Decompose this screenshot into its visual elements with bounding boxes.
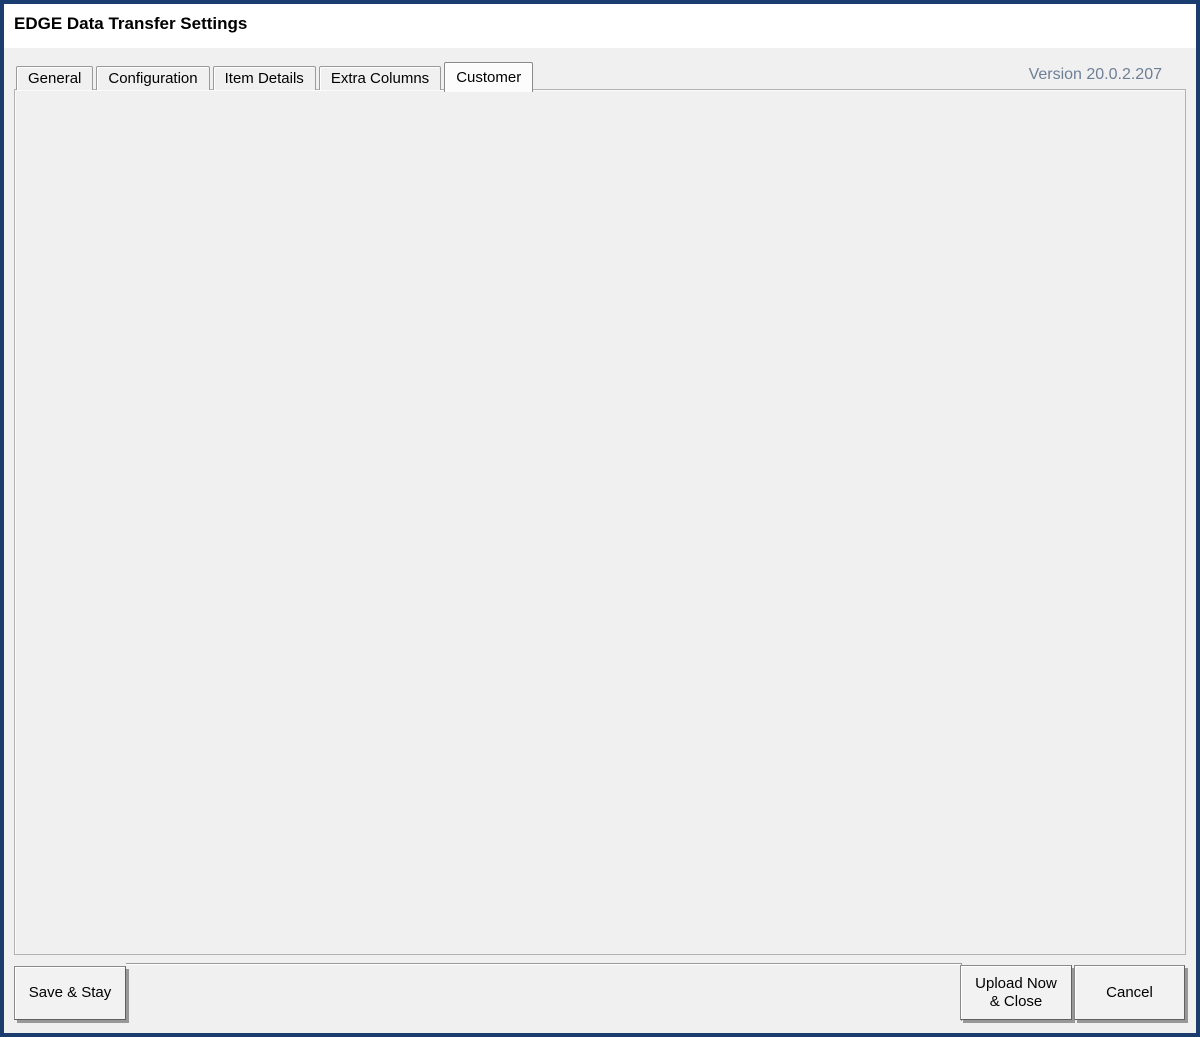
tab-extra-columns[interactable]: Extra Columns [319,66,441,90]
window-title: EDGE Data Transfer Settings [14,14,247,34]
footer-status-strip [126,963,962,1021]
edge-data-transfer-window: EDGE Data Transfer Settings General Conf… [0,0,1200,1037]
tab-item-details[interactable]: Item Details [213,66,316,90]
save-stay-button[interactable]: Save & Stay [14,966,126,1020]
tab-configuration[interactable]: Configuration [96,66,209,90]
title-bar: EDGE Data Transfer Settings [4,4,1196,48]
upload-now-close-button[interactable]: Upload Now & Close [960,965,1072,1020]
customer-tab-panel [14,89,1186,955]
cancel-button[interactable]: Cancel [1074,965,1185,1020]
tab-general[interactable]: General [16,66,93,90]
version-label: Version 20.0.2.207 [1029,66,1162,84]
tab-customer[interactable]: Customer [444,62,533,92]
tab-strip: General Configuration Item Details Extra… [16,62,536,90]
